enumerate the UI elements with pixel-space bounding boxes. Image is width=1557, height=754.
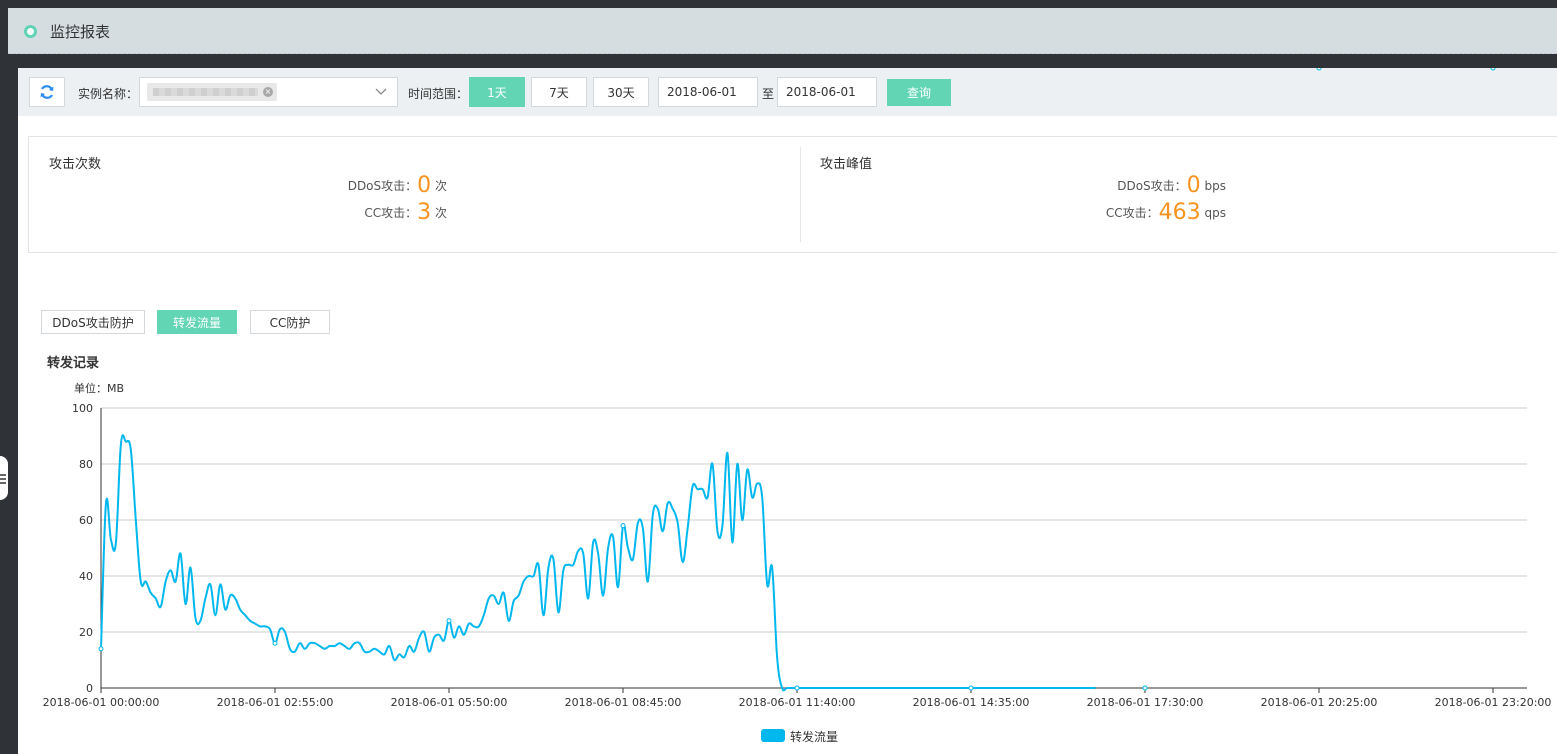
x-tick-label: 2018-06-01 05:50:00	[391, 696, 508, 709]
page-header: 监控报表	[8, 8, 1557, 54]
y-tick-label: 40	[79, 570, 93, 583]
legend-label: 转发流量	[790, 730, 839, 744]
status-ring-icon	[24, 25, 37, 38]
sidebar-toggle-handle[interactable]	[0, 456, 8, 500]
x-tick-label: 2018-06-01 08:45:00	[565, 696, 682, 709]
y-tick-label: 60	[79, 514, 93, 527]
series-line	[100, 434, 1096, 692]
y-tick-label: 20	[79, 626, 93, 639]
x-tick-label: 2018-06-01 17:30:00	[1087, 696, 1204, 709]
x-tick-label: 2018-06-01 11:40:00	[739, 696, 856, 709]
data-point	[98, 646, 104, 652]
data-point	[1142, 685, 1148, 691]
x-tick-label: 2018-06-01 20:25:00	[1261, 696, 1378, 709]
x-tick-label: 2018-06-01 14:35:00	[913, 696, 1030, 709]
data-point	[620, 523, 626, 529]
y-tick-label: 0	[86, 682, 93, 695]
data-point	[968, 685, 974, 691]
x-tick-label: 2018-06-01 23:20:00	[1435, 696, 1552, 709]
x-tick-label: 2018-06-01 00:00:00	[43, 696, 160, 709]
data-point	[1316, 68, 1322, 71]
data-point	[272, 640, 278, 646]
y-tick-label: 80	[79, 458, 93, 471]
legend-swatch[interactable]	[761, 729, 785, 742]
traffic-line-chart: 0 20 40 60 80 100 2018-06-01 00:00:00 2018-06-0…	[43, 68, 1552, 709]
y-tick-label: 100	[72, 402, 93, 415]
data-point	[1490, 68, 1496, 71]
data-point	[446, 618, 452, 624]
x-tick-label: 2018-06-01 02:55:00	[217, 696, 334, 709]
page-title: 监控报表	[50, 23, 111, 41]
report-content: 实例名称： × 时间范围： 1天 7天 30天 2018-06-01 至 201…	[18, 68, 1557, 754]
menu-icon	[0, 474, 6, 476]
data-point	[794, 685, 800, 691]
